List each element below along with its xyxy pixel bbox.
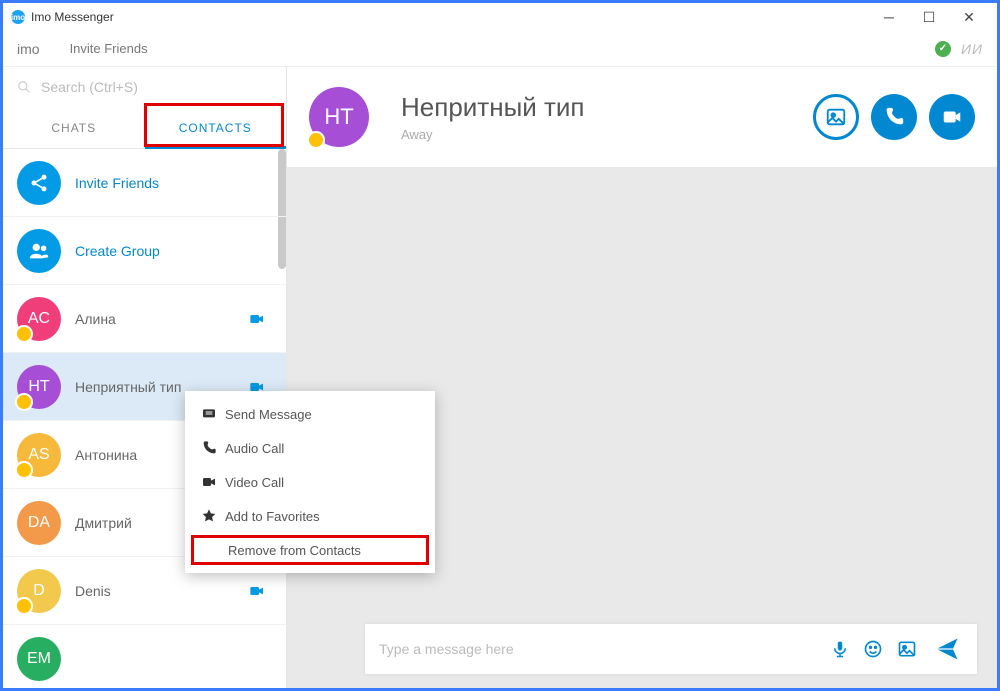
app-icon: imo <box>11 10 25 24</box>
tabs: CHATS CONTACTS <box>3 107 286 149</box>
contact-row[interactable]: AC Алина <box>3 285 286 353</box>
toolbar: imo Invite Friends ✓ ИИ <box>3 31 997 67</box>
presence-indicator[interactable]: ✓ <box>935 41 951 57</box>
context-menu-item[interactable]: Video Call <box>185 465 435 499</box>
contact-avatar: AS <box>17 433 61 477</box>
contact-avatar: EM <box>17 637 61 681</box>
sidebar-create-group[interactable]: Create Group <box>3 217 286 285</box>
context-menu-label: Add to Favorites <box>225 509 320 524</box>
chat-pane: HT Непритный тип Away <box>287 67 997 688</box>
context-menu-label: Video Call <box>225 475 284 490</box>
group-icon <box>17 229 61 273</box>
window-title: Imo Messenger <box>31 10 114 24</box>
sidebar: CHATS CONTACTS Invite Friends Create Gro… <box>3 67 287 688</box>
maximize-button[interactable]: ☐ <box>909 9 949 26</box>
context-menu-item[interactable]: Remove from Contacts <box>191 535 429 565</box>
message-icon <box>201 406 225 422</box>
contact-name: Denis <box>75 583 246 599</box>
chat-contact-status: Away <box>401 127 585 142</box>
contact-avatar: AC <box>17 297 61 341</box>
sidebar-item-label: Create Group <box>75 243 272 259</box>
context-menu-item[interactable]: Add to Favorites <box>185 499 435 533</box>
contact-name: Алина <box>75 311 246 327</box>
share-icon <box>17 161 61 205</box>
video-call-button[interactable] <box>929 94 975 140</box>
video-icon[interactable] <box>246 311 268 327</box>
send-button[interactable] <box>931 635 963 663</box>
context-menu-label: Audio Call <box>225 441 284 456</box>
search-row <box>3 67 286 107</box>
chat-header: HT Непритный тип Away <box>287 67 997 167</box>
user-initials[interactable]: ИИ <box>961 41 983 57</box>
logo-text[interactable]: imo <box>17 41 40 57</box>
context-menu-item[interactable]: Send Message <box>185 397 435 431</box>
search-input[interactable] <box>41 79 272 95</box>
audio-call-button[interactable] <box>871 94 917 140</box>
contact-avatar: DA <box>17 501 61 545</box>
chat-contact-name: Непритный тип <box>401 92 585 123</box>
tab-chats[interactable]: CHATS <box>3 107 145 148</box>
context-menu: Send Message Audio Call Video Call Add to F… <box>185 391 435 573</box>
gallery-button[interactable] <box>813 94 859 140</box>
emoji-icon[interactable] <box>863 639 883 659</box>
sidebar-item-label: Invite Friends <box>75 175 272 191</box>
context-menu-label: Remove from Contacts <box>228 543 361 558</box>
phone-icon <box>201 440 225 456</box>
mic-icon[interactable] <box>831 639 849 659</box>
contact-avatar: HT <box>17 365 61 409</box>
contact-row[interactable]: EM <box>3 625 286 688</box>
context-menu-item[interactable]: Audio Call <box>185 431 435 465</box>
compose-box <box>365 624 977 674</box>
close-button[interactable]: ✕ <box>949 9 989 26</box>
tab-contacts[interactable]: CONTACTS <box>145 107 287 148</box>
sidebar-invite-friends[interactable]: Invite Friends <box>3 149 286 217</box>
message-input[interactable] <box>379 641 817 657</box>
search-icon <box>17 80 31 94</box>
invite-friends-link[interactable]: Invite Friends <box>70 41 148 56</box>
minimize-button[interactable]: ─ <box>869 9 909 25</box>
image-icon[interactable] <box>897 639 917 659</box>
star-icon <box>201 508 225 524</box>
context-menu-label: Send Message <box>225 407 312 422</box>
chat-avatar[interactable]: HT <box>309 87 369 147</box>
video-icon[interactable] <box>246 583 268 599</box>
titlebar: imo Imo Messenger ─ ☐ ✕ <box>3 3 997 31</box>
video-icon <box>201 474 225 490</box>
contact-avatar: D <box>17 569 61 613</box>
